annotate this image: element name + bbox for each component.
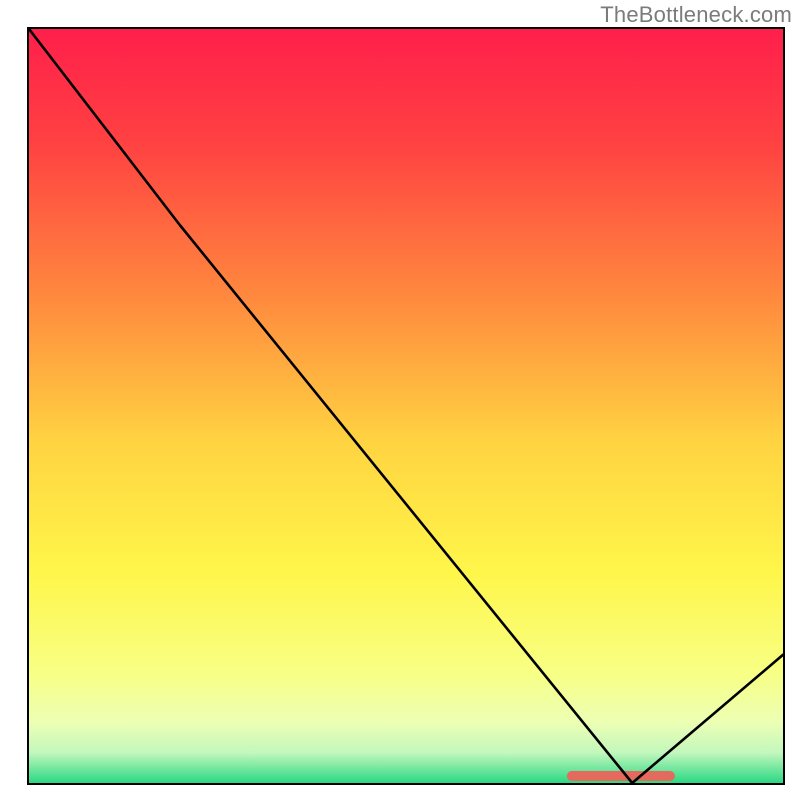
- gradient-background: [29, 29, 783, 783]
- attribution-text: TheBottleneck.com: [600, 2, 792, 28]
- plot-frame: [27, 27, 785, 785]
- chart-canvas: TheBottleneck.com: [0, 0, 800, 800]
- plot-svg: [29, 29, 783, 783]
